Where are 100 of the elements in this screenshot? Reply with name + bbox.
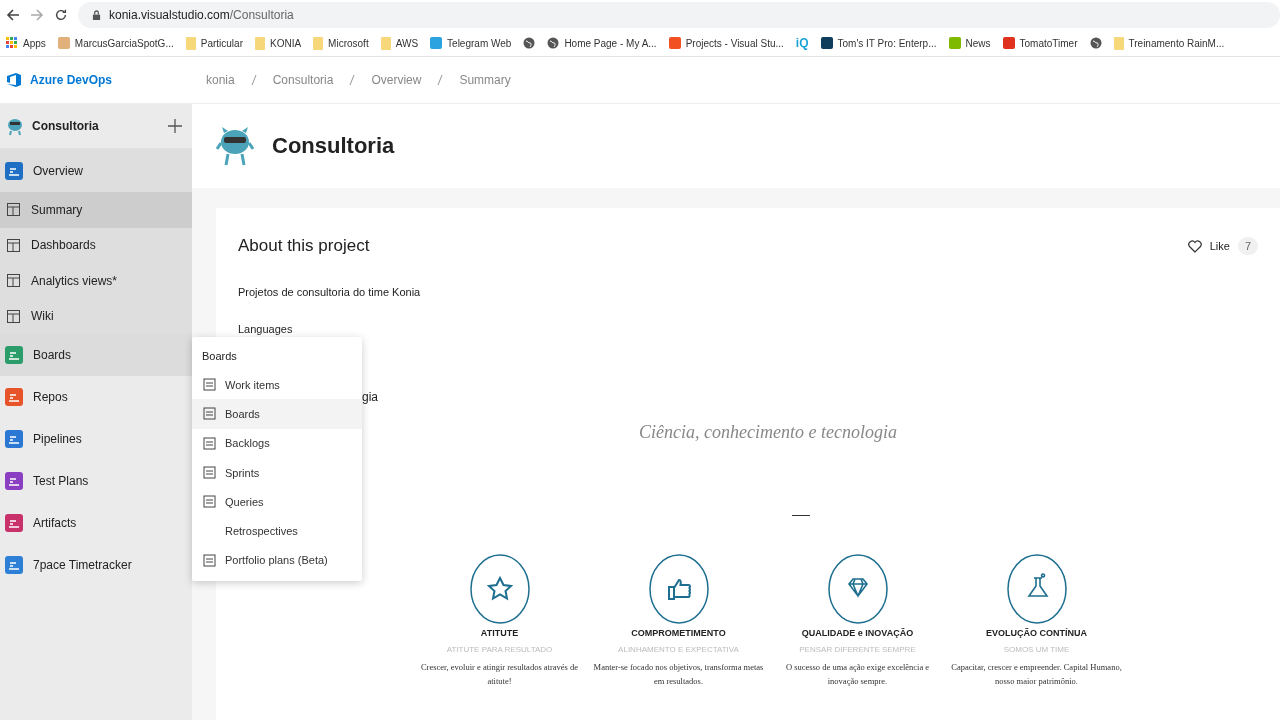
breadcrumb-separator-icon bbox=[349, 74, 356, 86]
nav-item[interactable]: Repos bbox=[0, 376, 192, 418]
value-text: Crescer, evoluir e atingir resultados através de atitute! bbox=[419, 661, 580, 688]
hub-icon bbox=[5, 430, 23, 448]
value-icon bbox=[648, 554, 709, 624]
menu-icon bbox=[203, 553, 216, 567]
hub-icon bbox=[5, 472, 23, 490]
value-subtitle: PENSAR DIFERENTE SEMPRE bbox=[799, 645, 916, 654]
page-icon bbox=[7, 238, 20, 252]
bookmark[interactable]: TomatoTimer bbox=[1002, 37, 1078, 49]
project-description: Projetos de consultoria do time Konia bbox=[238, 286, 422, 298]
menu-item[interactable]: Work items bbox=[192, 370, 362, 400]
breadcrumb-link[interactable]: konia bbox=[206, 73, 235, 87]
value-title: ATITUTE bbox=[480, 628, 519, 638]
brand-name[interactable]: Azure DevOps bbox=[30, 73, 113, 87]
nav-item[interactable]: Overview bbox=[0, 150, 192, 192]
folder-icon bbox=[185, 36, 196, 50]
menu-icon bbox=[203, 495, 216, 509]
nav-item[interactable]: Analytics views* bbox=[0, 263, 192, 299]
menu-item[interactable]: Retrospectives bbox=[192, 516, 362, 546]
value-title: COMPROMETIMENTO bbox=[631, 628, 726, 638]
bookmark[interactable] bbox=[523, 37, 536, 49]
folder-icon bbox=[1113, 36, 1124, 50]
globe-icon bbox=[1089, 37, 1102, 49]
nav-item[interactable]: 7pace Timetracker bbox=[0, 544, 192, 586]
breadcrumb-separator-icon bbox=[437, 74, 444, 86]
value-icon bbox=[469, 554, 530, 624]
bookmark[interactable]: Projects - Visual Stu... bbox=[668, 37, 784, 49]
folder-icon bbox=[313, 36, 324, 50]
bookmark[interactable] bbox=[1089, 37, 1102, 49]
hub-icon bbox=[5, 388, 23, 406]
nav-item[interactable]: Boards bbox=[0, 334, 192, 376]
bookmark[interactable]: MarcusGarciaSpotG... bbox=[57, 37, 174, 49]
section-heading: About this project bbox=[238, 236, 370, 256]
value-icon bbox=[827, 554, 888, 624]
wiki-text: gia bbox=[362, 390, 379, 404]
value-icon bbox=[1006, 554, 1067, 624]
nav-item[interactable]: Dashboards bbox=[0, 227, 192, 263]
folder-icon bbox=[254, 36, 265, 50]
nav-item[interactable]: Summary bbox=[0, 192, 192, 228]
reload-icon[interactable] bbox=[54, 8, 68, 22]
value-text: Capacitar, crescer e empreender. Capital Humano, nosso maior patrimônio. bbox=[950, 661, 1123, 688]
project-name[interactable]: Consultoria bbox=[32, 119, 160, 133]
breadcrumb-link[interactable]: Consultoria bbox=[272, 73, 334, 87]
like-count: 7 bbox=[1237, 237, 1258, 255]
globe-icon bbox=[523, 37, 536, 49]
nav-item[interactable]: Pipelines bbox=[0, 418, 192, 460]
divider-mark bbox=[792, 515, 810, 516]
folder-icon bbox=[380, 36, 391, 50]
page-icon bbox=[7, 203, 20, 217]
lock-icon bbox=[92, 9, 101, 21]
bookmark[interactable]: News bbox=[948, 37, 991, 49]
breadcrumb-separator-icon bbox=[250, 74, 257, 86]
menu-icon bbox=[203, 378, 216, 392]
bookmark[interactable]: Apps bbox=[6, 37, 46, 49]
hub-icon bbox=[5, 162, 23, 180]
site-icon bbox=[668, 37, 681, 49]
bookmark[interactable]: Microsoft bbox=[313, 36, 369, 50]
address-bar[interactable]: konia.visualstudio.com/Consultoria bbox=[78, 2, 1280, 28]
add-icon[interactable] bbox=[168, 119, 182, 133]
back-icon[interactable] bbox=[6, 8, 20, 22]
bookmark[interactable]: Particular bbox=[185, 36, 243, 50]
bookmark[interactable]: Tom's IT Pro: Enterp... bbox=[820, 37, 937, 49]
menu-item[interactable]: Sprints bbox=[192, 457, 362, 488]
devops-logo-icon[interactable] bbox=[6, 72, 22, 88]
menu-icon bbox=[203, 466, 216, 480]
bookmark[interactable]: Home Page - My A... bbox=[547, 37, 657, 49]
bookmark[interactable]: Telegram Web bbox=[430, 37, 512, 49]
menu-icon bbox=[203, 407, 216, 421]
globe-icon bbox=[547, 37, 560, 49]
nav-item[interactable]: Test Plans bbox=[0, 460, 192, 502]
value-text: O sucesso de uma ação exige excelência e inovação sempre. bbox=[784, 661, 931, 688]
menu-item[interactable]: Boards bbox=[192, 399, 362, 429]
like-button[interactable]: Like bbox=[1209, 240, 1230, 252]
bookmark[interactable]: KONIA bbox=[254, 36, 302, 50]
breadcrumb-link[interactable]: Summary bbox=[459, 73, 511, 87]
mascot-icon bbox=[216, 125, 254, 167]
menu-item[interactable]: Queries bbox=[192, 487, 362, 517]
menu-item[interactable]: Portfolio plans (Beta) bbox=[192, 545, 362, 576]
languages-label: Languages bbox=[238, 323, 294, 335]
menu-item[interactable]: Backlogs bbox=[192, 428, 362, 458]
breadcrumb-link[interactable]: Overview bbox=[371, 73, 422, 87]
site-icon bbox=[1002, 37, 1015, 49]
value-title: EVOLUÇÃO CONTÍNUA bbox=[986, 628, 1087, 638]
bookmark[interactable]: Treinamento RainM... bbox=[1113, 36, 1225, 50]
project-title: Consultoria bbox=[272, 133, 395, 159]
mascot-icon bbox=[6, 116, 24, 136]
value-text: Manter-se focado nos objetivos, transforma metas em resultados. bbox=[592, 661, 765, 688]
nav-item[interactable]: Artifacts bbox=[0, 502, 192, 544]
bookmark[interactable]: AWS bbox=[380, 36, 419, 50]
value-subtitle: SOMOS UM TIME bbox=[1003, 645, 1070, 654]
page-icon bbox=[7, 309, 20, 323]
hub-icon bbox=[5, 556, 23, 574]
heart-icon[interactable] bbox=[1187, 239, 1202, 253]
menu-icon bbox=[203, 436, 216, 450]
nav-item[interactable]: Wiki bbox=[0, 298, 192, 334]
site-icon bbox=[820, 37, 833, 49]
hub-icon bbox=[5, 346, 23, 364]
site-icon bbox=[57, 37, 70, 49]
value-title: QUALIDADE e INOVAÇÃO bbox=[801, 628, 914, 638]
